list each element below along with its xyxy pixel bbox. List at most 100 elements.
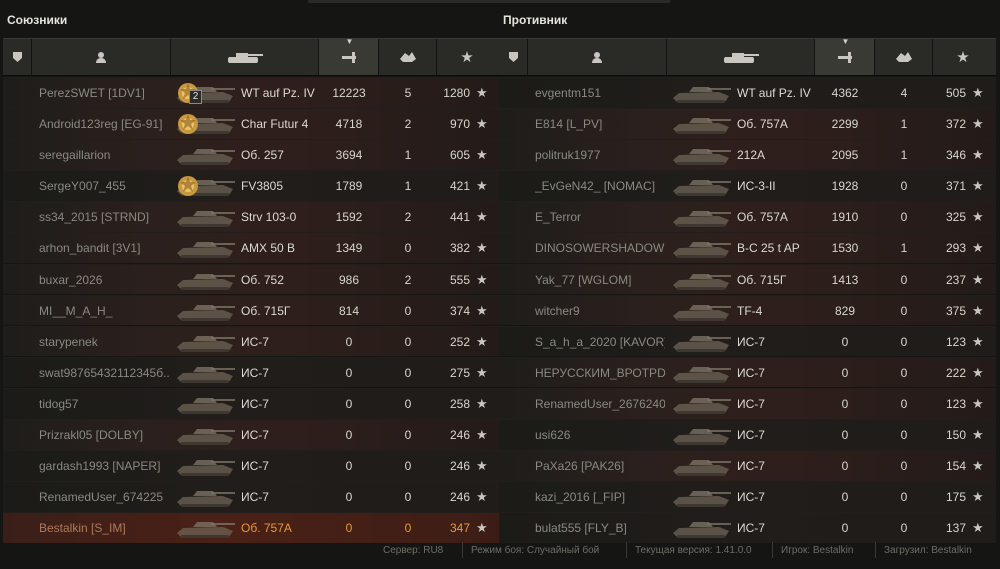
vehicle-column-header[interactable]	[667, 39, 815, 75]
player-column-header[interactable]	[32, 39, 171, 75]
frags-column-header[interactable]	[875, 39, 933, 75]
vehicle-image	[173, 392, 239, 416]
ally-row[interactable]: Prizrakl05 [DOLBY] ИС-7 0 0 246 ★	[3, 419, 500, 450]
vehicle-icon	[673, 335, 731, 352]
platoon-column-header[interactable]	[499, 39, 528, 75]
vehicle-image	[173, 454, 239, 478]
frags-value: 1	[404, 148, 412, 163]
ally-row[interactable]: swat98765432112345б... ИС-7 0 0 275 ★	[3, 356, 500, 388]
damage-value: 1413	[831, 272, 859, 287]
ally-row[interactable]: ss34_2015 [STRND] Strv 103-0 1592 2 441 ★	[3, 201, 500, 232]
vehicle-icon	[673, 366, 731, 383]
ally-row[interactable]: gardash1993 [NAPER] ИС-7 0 0 246 ★	[3, 450, 500, 481]
damage-value: 1928	[831, 179, 859, 194]
enemy-row[interactable]: witcher9 TF-4 829 0 375 ★	[499, 294, 996, 326]
vehicle-icon	[177, 522, 235, 539]
enemy-row[interactable]: DINOSOWERSHADOW В-С 25 t AP 1530 1 293 ★	[499, 232, 996, 264]
vehicle-name: ИС-7	[241, 459, 269, 474]
enemy-row[interactable]: E814 [L_PV] Об. 757А 2299 1 372 ★	[499, 108, 996, 139]
frags-value: 5	[404, 86, 412, 100]
ally-row[interactable]: tidog57 ИС-7 0 0 258 ★	[3, 387, 500, 419]
frags-value: 0	[404, 459, 412, 474]
ally-row[interactable]: RenamedUser_674225 ИС-7 0 0 246 ★	[3, 481, 500, 512]
player-name: RenamedUser_26762405	[535, 396, 665, 411]
player-column-header[interactable]	[528, 39, 667, 75]
vehicle-image	[669, 330, 735, 354]
damage-value: 0	[345, 334, 353, 349]
damage-value: 0	[841, 428, 849, 443]
damage-column-header[interactable]: ▼	[815, 38, 875, 75]
player-name: PerezSWET [1DV1]	[39, 86, 145, 100]
frags-value: 0	[404, 521, 412, 536]
xp-value: 293	[945, 241, 966, 256]
player-name: ss34_2015 [STRND]	[39, 210, 150, 225]
damage-value: 0	[841, 490, 849, 505]
vehicle-icon	[673, 397, 731, 414]
enemy-row[interactable]: kazi_2016 [_FIP] ИС-7 0 0 175 ★	[499, 481, 996, 512]
player-icon	[592, 52, 602, 63]
ally-row[interactable]: SergeY007_455 FV3805 1789 1 421 ★	[3, 170, 500, 201]
star-icon: ★	[476, 364, 488, 380]
frags-value: 0	[900, 179, 908, 194]
footer-info: Сервер: RU8 Режим боя: Случайный бой Тек…	[0, 538, 1000, 569]
damage-value: 1910	[831, 210, 859, 225]
xp-column-header[interactable]: ★	[437, 39, 497, 75]
ally-row[interactable]: Android123reg [EG-91] Char Futur 4 4718 2 97…	[3, 108, 500, 139]
enemy-row[interactable]: RenamedUser_26762405 ИС-7 0 0 123 ★	[499, 387, 996, 419]
vehicle-name: Char Futur 4	[241, 117, 309, 132]
xp-column-header[interactable]: ★	[933, 39, 993, 75]
xp-value: 137	[945, 521, 966, 536]
frags-column-header[interactable]	[379, 39, 437, 75]
enemy-row[interactable]: usi626 ИС-7 0 0 150 ★	[499, 419, 996, 450]
frags-value: 0	[900, 428, 908, 443]
enemy-row[interactable]: politruk1977 212А 2095 1 346 ★	[499, 139, 996, 170]
damage-column-header[interactable]: ▼	[319, 38, 379, 75]
vehicle-icon	[177, 335, 235, 352]
ally-row[interactable]: PerezSWET [1DV1] 2 WT auf Pz. IV 12223 5 1280…	[3, 77, 500, 108]
vehicle-name: WT auf Pz. IV	[241, 86, 315, 100]
vehicle-column-header[interactable]	[171, 39, 319, 75]
enemy-row[interactable]: НЕРУССКИМ_ВРОТРDАМ ИС-7 0 0 222 ★	[499, 356, 996, 388]
enemy-row[interactable]: evgentm151 WT auf Pz. IV 4362 4 505 ★	[499, 77, 996, 108]
ally-row[interactable]: arhon_bandit [3V1] AMX 50 B 1349 0 382 ★	[3, 232, 500, 264]
frags-value: 0	[900, 521, 908, 536]
platoon-column-header[interactable]	[3, 39, 32, 75]
ally-row[interactable]: buxar_2026 Об. 752 986 2 555 ★	[3, 263, 500, 295]
frags-value: 1	[900, 117, 908, 132]
star-icon: ★	[972, 209, 984, 225]
xp-value: 175	[945, 490, 966, 505]
player-name: PaXa26 [PAK26]	[535, 459, 625, 474]
vehicle-icon	[673, 118, 731, 135]
vehicle-icon	[673, 522, 731, 539]
enemy-row[interactable]: PaXa26 [PAK26] ИС-7 0 0 154 ★	[499, 450, 996, 481]
star-icon: ★	[476, 85, 488, 100]
frags-value: 2	[404, 272, 412, 287]
ally-row[interactable]: seregaillarion Об. 257 3694 1 605 ★	[3, 139, 500, 170]
ally-row[interactable]: starypenek ИС-7 0 0 252 ★	[3, 325, 500, 357]
xp-value: 246	[449, 459, 470, 474]
enemy-row[interactable]: E_Terror Об. 757А 1910 0 325 ★	[499, 201, 996, 232]
player-name: arhon_bandit [3V1]	[39, 241, 141, 256]
enemy-row[interactable]: Yak_77 [WGLOM] Об. 715Г 1413 0 237 ★	[499, 263, 996, 295]
footer-divider	[772, 542, 773, 558]
vehicle-image	[173, 361, 239, 385]
xp-value: 605	[449, 148, 470, 163]
damage-value: 12223	[332, 86, 366, 100]
star-icon: ★	[460, 49, 474, 66]
frags-value: 0	[404, 334, 412, 349]
xp-value: 505	[945, 86, 966, 100]
vehicle-image	[669, 423, 735, 447]
vehicle-name: WT auf Pz. IV	[737, 86, 811, 100]
vehicle-icon	[673, 149, 731, 166]
damage-icon	[837, 52, 852, 63]
battle-results-screen: Союзники ▼ ★ PerezSWET [1DV1] 2 WT auf Pz.	[0, 0, 1000, 569]
xp-value: 1280	[443, 86, 470, 100]
enemy-row[interactable]: S_a_h_a_2020 [KAVOR] ИС-7 0 0 123 ★	[499, 325, 996, 357]
damage-icon	[341, 52, 356, 63]
damage-value: 0	[345, 365, 353, 380]
enemy-row[interactable]: _EvGeN42_ [NOMAC] ИС-3-II 1928 0 371 ★	[499, 170, 996, 201]
xp-value: 555	[449, 272, 470, 287]
ally-row[interactable]: MI__M_A_H_ Об. 715Г 814 0 374 ★	[3, 294, 500, 326]
star-icon: ★	[972, 178, 984, 194]
vehicle-name: TF-4	[737, 303, 763, 318]
